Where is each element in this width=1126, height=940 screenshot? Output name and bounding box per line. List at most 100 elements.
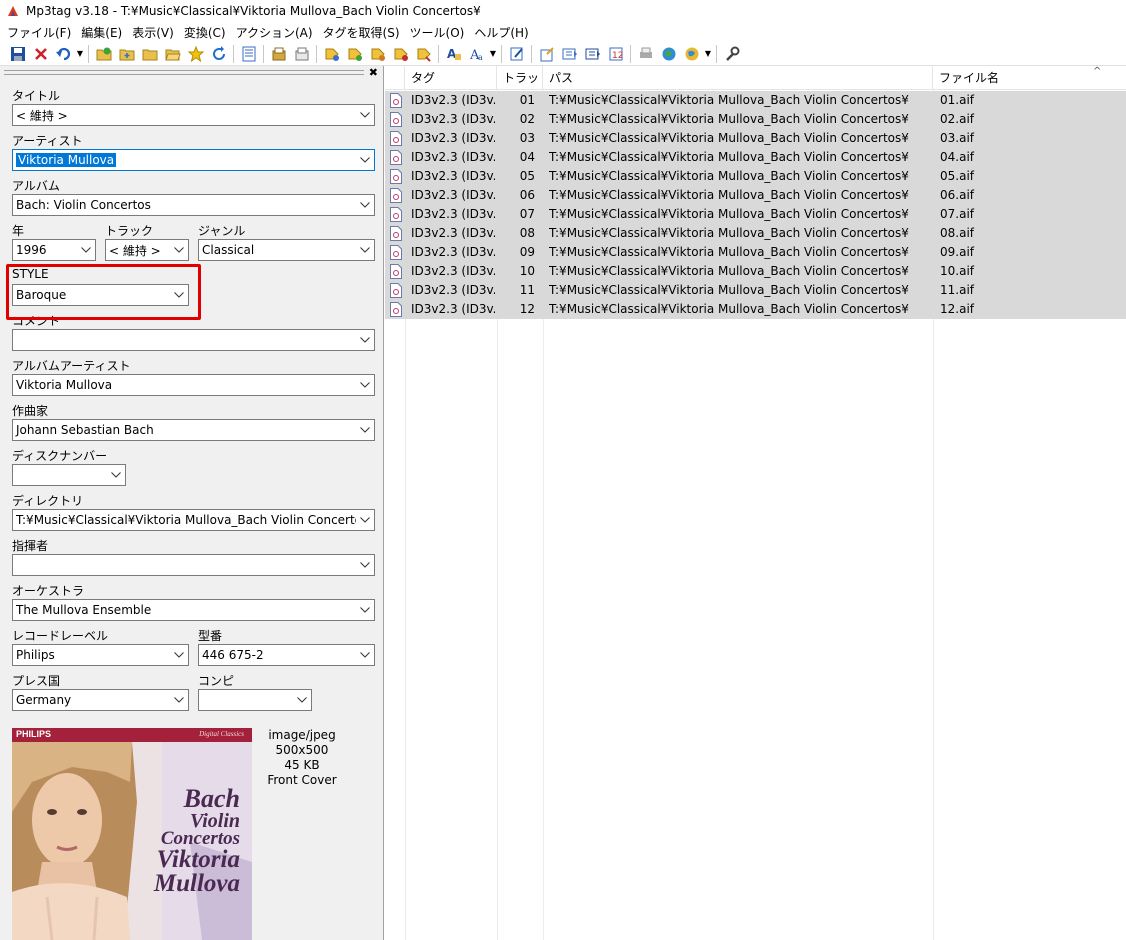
web-sources-button[interactable] bbox=[657, 43, 680, 65]
font-icon: Aa bbox=[469, 48, 483, 62]
disc-number-combo[interactable] bbox=[12, 464, 126, 486]
file-row[interactable]: ID3v2.3 (ID3v... 02 T:¥Music¥Classical¥V… bbox=[385, 110, 1126, 129]
file-row[interactable]: ID3v2.3 (ID3v... 05 T:¥Music¥Classical¥V… bbox=[385, 167, 1126, 186]
export-button[interactable] bbox=[535, 43, 558, 65]
menu-convert[interactable]: 変換(C) bbox=[179, 24, 231, 41]
menu-edit[interactable]: 編集(E) bbox=[76, 24, 127, 41]
close-panel-icon[interactable]: ✖ bbox=[369, 66, 378, 79]
playlist-button[interactable] bbox=[237, 43, 260, 65]
chevron-down-icon[interactable] bbox=[356, 105, 374, 125]
file-row[interactable]: ID3v2.3 (ID3v... 01 T:¥Music¥Classical¥V… bbox=[385, 91, 1126, 110]
open-folder-button[interactable] bbox=[161, 43, 184, 65]
file-row[interactable]: ID3v2.3 (ID3v... 09 T:¥Music¥Classical¥V… bbox=[385, 243, 1126, 262]
column-header-tag[interactable]: タグ bbox=[405, 66, 497, 90]
composer-combo[interactable]: Johann Sebastian Bach bbox=[12, 419, 375, 441]
panel-grip[interactable] bbox=[4, 70, 364, 75]
chevron-down-icon[interactable] bbox=[356, 375, 374, 395]
discogs-button[interactable] bbox=[581, 43, 604, 65]
directory-combo[interactable]: T:¥Music¥Classical¥Viktoria Mullova_Bach… bbox=[12, 509, 375, 531]
chevron-down-icon[interactable] bbox=[170, 240, 188, 260]
tag-tag-button[interactable] bbox=[412, 43, 435, 65]
file-row[interactable]: ID3v2.3 (ID3v... 08 T:¥Music¥Classical¥V… bbox=[385, 224, 1126, 243]
cover-art-image[interactable]: PHILIPS Digital Classics Bach Violin Con… bbox=[12, 728, 252, 940]
copy-tag-button[interactable] bbox=[267, 43, 290, 65]
save-button[interactable] bbox=[6, 43, 29, 65]
freedb-button[interactable] bbox=[558, 43, 581, 65]
chevron-down-icon[interactable] bbox=[293, 690, 311, 710]
options-button[interactable] bbox=[720, 43, 743, 65]
file-row[interactable]: ID3v2.3 (ID3v... 10 T:¥Music¥Classical¥V… bbox=[385, 262, 1126, 281]
chevron-down-icon[interactable] bbox=[356, 195, 374, 215]
orchestra-combo[interactable]: The Mullova Ensemble bbox=[12, 599, 375, 621]
chevron-down-icon[interactable] bbox=[356, 600, 374, 620]
row-track: 02 bbox=[519, 112, 535, 126]
web-sources-menu-button[interactable] bbox=[680, 43, 703, 65]
chevron-down-icon[interactable] bbox=[356, 240, 374, 260]
menu-tag-sources[interactable]: タグを取得(S) bbox=[318, 24, 405, 41]
row-track: 09 bbox=[519, 245, 535, 259]
conductor-combo[interactable] bbox=[12, 554, 375, 576]
row-track: 08 bbox=[519, 226, 535, 240]
compilation-combo[interactable] bbox=[198, 689, 312, 711]
edit-button[interactable] bbox=[505, 43, 528, 65]
menu-file[interactable]: ファイル(F) bbox=[2, 24, 76, 41]
chevron-down-icon[interactable] bbox=[356, 645, 374, 665]
font-button[interactable]: Aa bbox=[465, 43, 488, 65]
add-directory-button[interactable] bbox=[115, 43, 138, 65]
filename-filename-button[interactable] bbox=[366, 43, 389, 65]
tag-to-filename-button[interactable] bbox=[320, 43, 343, 65]
paste-tag-button[interactable] bbox=[290, 43, 313, 65]
chevron-down-icon[interactable] bbox=[170, 645, 188, 665]
menu-view[interactable]: 表示(V) bbox=[127, 24, 179, 41]
record-label-combo[interactable]: Philips bbox=[12, 644, 189, 666]
album-artist-combo[interactable]: Viktoria Mullova bbox=[12, 374, 375, 396]
favorites-button[interactable] bbox=[184, 43, 207, 65]
file-row[interactable]: ID3v2.3 (ID3v... 06 T:¥Music¥Classical¥V… bbox=[385, 186, 1126, 205]
chevron-down-icon[interactable] bbox=[356, 510, 374, 530]
chevron-down-icon[interactable] bbox=[356, 555, 374, 575]
list-header: タグ トラック パス ファイル名 ^ bbox=[385, 66, 1126, 109]
column-header-track[interactable]: トラック bbox=[497, 66, 543, 109]
case-convert-button[interactable]: A bbox=[442, 43, 465, 65]
chevron-down-icon[interactable] bbox=[356, 330, 374, 350]
column-header-icon[interactable] bbox=[385, 66, 405, 90]
filename-to-tag-button[interactable] bbox=[343, 43, 366, 65]
menu-bar: ファイル(F) 編集(E) 表示(V) 変換(C) アクション(A) タグを取得… bbox=[0, 22, 1126, 42]
chevron-down-icon[interactable] bbox=[170, 690, 188, 710]
genre-combo[interactable]: Classical bbox=[198, 239, 375, 261]
country-combo[interactable]: Germany bbox=[12, 689, 189, 711]
chevron-down-icon[interactable] bbox=[356, 420, 374, 440]
tag-tag-icon bbox=[417, 48, 431, 62]
undo-dropdown[interactable]: ▼ bbox=[75, 43, 85, 65]
print-button[interactable] bbox=[634, 43, 657, 65]
file-row[interactable]: ID3v2.3 (ID3v... 07 T:¥Music¥Classical¥V… bbox=[385, 205, 1126, 224]
text-to-tag-button[interactable] bbox=[389, 43, 412, 65]
track-combo[interactable]: < 維持 > bbox=[105, 239, 189, 261]
refresh-button[interactable] bbox=[207, 43, 230, 65]
file-row[interactable]: ID3v2.3 (ID3v... 03 T:¥Music¥Classical¥V… bbox=[385, 129, 1126, 148]
undo-button[interactable] bbox=[52, 43, 75, 65]
row-track: 01 bbox=[519, 93, 535, 107]
file-row[interactable]: ID3v2.3 (ID3v... 12 T:¥Music¥Classical¥V… bbox=[385, 300, 1126, 319]
catalog-number-combo[interactable]: 446 675-2 bbox=[198, 644, 375, 666]
font-dropdown[interactable]: ▼ bbox=[488, 43, 498, 65]
chevron-down-icon[interactable] bbox=[356, 150, 374, 170]
comment-combo[interactable] bbox=[12, 329, 375, 351]
album-combo[interactable]: Bach: Violin Concertos bbox=[12, 194, 375, 216]
change-directory-button[interactable] bbox=[92, 43, 115, 65]
remove-tag-button[interactable] bbox=[29, 43, 52, 65]
web-sources-dropdown[interactable]: ▼ bbox=[703, 43, 713, 65]
folder-button[interactable] bbox=[138, 43, 161, 65]
year-combo[interactable]: 1996 bbox=[12, 239, 96, 261]
file-row[interactable]: ID3v2.3 (ID3v... 11 T:¥Music¥Classical¥V… bbox=[385, 281, 1126, 300]
menu-tools[interactable]: ツール(O) bbox=[405, 24, 470, 41]
column-header-path[interactable]: パス bbox=[543, 66, 933, 90]
file-row[interactable]: ID3v2.3 (ID3v... 04 T:¥Music¥Classical¥V… bbox=[385, 148, 1126, 167]
title-combo[interactable]: < 維持 > bbox=[12, 104, 375, 126]
chevron-down-icon[interactable] bbox=[107, 465, 125, 485]
artist-combo[interactable]: Viktoria Mullova bbox=[12, 149, 375, 171]
menu-actions[interactable]: アクション(A) bbox=[231, 24, 318, 41]
menu-help[interactable]: ヘルプ(H) bbox=[469, 24, 533, 41]
number-wizard-button[interactable]: 12 bbox=[604, 43, 627, 65]
chevron-down-icon[interactable] bbox=[77, 240, 95, 260]
